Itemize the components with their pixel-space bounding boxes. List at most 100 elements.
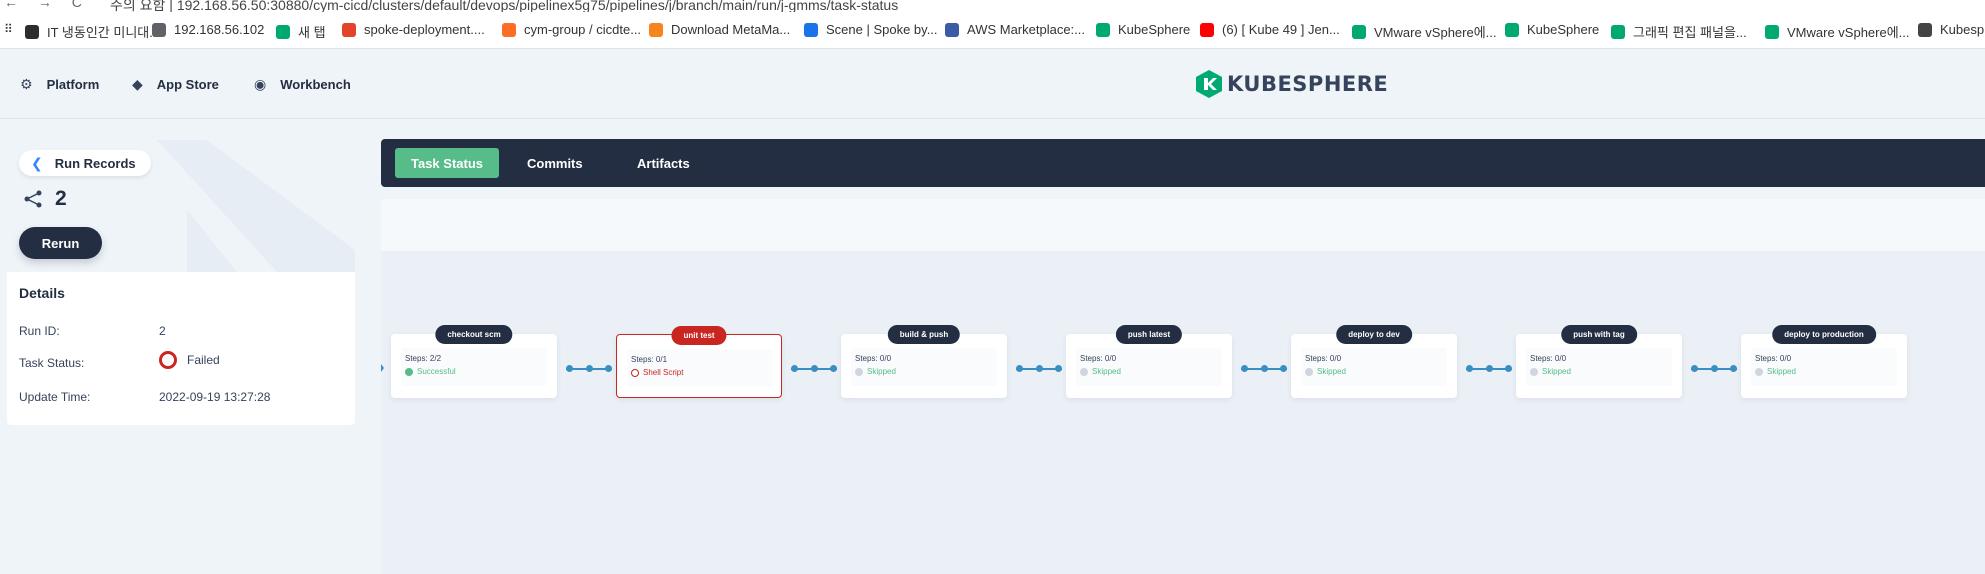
success-check-icon — [405, 367, 413, 376]
bookmark-item[interactable]: 그래픽 편집 패널을... — [1611, 22, 1747, 41]
stage-status: Skipped — [1530, 367, 1571, 376]
pipeline-stage[interactable]: checkout scm Steps: 2/2 Successful — [391, 325, 557, 398]
bookmark-favicon-icon — [342, 22, 356, 37]
bookmark-item[interactable]: VMware vSphere에... — [1352, 22, 1497, 41]
pipeline-stage[interactable]: deploy to production Steps: 0/0 Skipped — [1741, 325, 1907, 398]
tab-task-status[interactable]: Task Status — [395, 148, 500, 178]
bookmark-label: 그래픽 편집 패널을... — [1633, 25, 1747, 40]
nav-app-store[interactable]: ◆ App Store — [132, 76, 219, 93]
stage-step[interactable]: Steps: 0/0 Skipped — [1301, 348, 1447, 386]
pipeline-stage[interactable]: unit test Steps: 0/1 Shell Script — [616, 326, 782, 398]
pipeline-stage[interactable]: push with tag Steps: 0/0 Skipped — [1516, 325, 1682, 398]
pipeline-icon — [24, 190, 42, 208]
stage-name: checkout scm — [435, 325, 513, 344]
bookmark-label: Scene | Spoke by... — [826, 22, 938, 37]
stage-step[interactable]: Steps: 0/0 Skipped — [1076, 348, 1222, 386]
address-url[interactable]: 주의 요함 | 192.168.56.50:30880/cym-cicd/clu… — [110, 0, 898, 12]
run-tabs: Task Status Commits Artifacts — [381, 139, 1985, 187]
bookmark-favicon-icon — [1200, 22, 1214, 37]
bookmark-item[interactable]: Scene | Spoke by... — [804, 22, 938, 37]
pipeline-canvas — [381, 251, 1985, 574]
bookmark-item[interactable]: 새 탭 — [276, 22, 326, 41]
detail-key: Task Status: — [19, 356, 85, 370]
nav-platform[interactable]: ⚙ Platform — [20, 76, 99, 93]
bookmark-favicon-icon — [502, 22, 516, 37]
back-label: Run Records — [54, 155, 136, 171]
stage-name: push with tag — [1561, 325, 1637, 344]
app-store-icon: ◆ — [132, 76, 143, 92]
stage-step[interactable]: Steps: 0/0 Skipped — [1526, 348, 1672, 386]
bookmark-item[interactable]: Download MetaMa... — [649, 22, 790, 37]
stage-step[interactable]: Steps: 2/2 Successful — [401, 348, 547, 386]
stage-steps-count: Steps: 0/0 — [1755, 354, 1792, 363]
connector-node — [566, 365, 573, 372]
pipeline-stage[interactable]: build & push Steps: 0/0 Skipped — [841, 325, 1007, 398]
bookmark-favicon-icon — [945, 22, 959, 37]
tab-commits[interactable]: Commits — [511, 148, 599, 178]
back-to-run-records[interactable]: ❮ Run Records — [19, 150, 151, 176]
bookmark-favicon-icon — [1918, 22, 1932, 37]
bookmark-item[interactable]: KubeSphere — [1096, 22, 1190, 37]
connector-node — [605, 365, 612, 372]
stage-connector — [1241, 365, 1287, 372]
bookmark-label: VMware vSphere에... — [1787, 25, 1910, 40]
bookmark-item[interactable]: 192.168.56.102 — [152, 22, 264, 37]
top-navigation: ⚙ Platform ◆ App Store ◉ Workbench KUBES… — [0, 49, 1985, 119]
stage-steps-count: Steps: 2/2 — [405, 354, 442, 363]
stage-step[interactable]: Steps: 0/0 Skipped — [851, 348, 997, 386]
stage-status-text: Skipped — [867, 367, 896, 376]
browser-nav-buttons[interactable]: ← → C — [4, 0, 90, 10]
bookmark-item[interactable]: IT 냉동인간 미니대... — [25, 22, 160, 41]
stage-status: Shell Script — [631, 368, 683, 377]
connector-node — [810, 365, 818, 372]
stage-status-text: Skipped — [1317, 367, 1346, 376]
bookmark-label: (6) [ Kube 49 ] Jen... — [1222, 22, 1340, 37]
bookmark-favicon-icon — [276, 24, 290, 39]
bookmark-item[interactable]: spoke-deployment.... — [342, 22, 485, 37]
bookmark-favicon-icon — [1765, 24, 1779, 39]
connector-node — [1016, 365, 1023, 372]
skipped-dot-icon — [855, 367, 863, 376]
connector-node — [1691, 365, 1698, 372]
apps-icon[interactable]: ⠿ — [4, 22, 19, 36]
tab-artifacts[interactable]: Artifacts — [621, 148, 706, 178]
bookmark-label: 192.168.56.102 — [174, 22, 265, 37]
run-number: 2 — [23, 187, 67, 211]
skipped-dot-icon — [1530, 367, 1538, 376]
bookmark-item[interactable]: Kubesph — [1918, 22, 1985, 37]
pipeline-stage[interactable]: push latest Steps: 0/0 Skipped — [1066, 325, 1232, 398]
connector-node — [1055, 365, 1062, 372]
stage-steps-count: Steps: 0/1 — [631, 355, 668, 364]
stage-connector — [1691, 365, 1737, 372]
nav-workbench[interactable]: ◉ Workbench — [254, 76, 351, 93]
logo-text: KUBESPHERE — [1227, 72, 1389, 96]
stage-steps-count: Steps: 0/0 — [1080, 354, 1117, 363]
bookmark-label: AWS Marketplace:... — [967, 22, 1085, 37]
detail-key: Run ID: — [19, 324, 60, 338]
connector-node — [791, 365, 798, 372]
gear-icon: ⚙ — [20, 76, 33, 92]
bookmark-item[interactable]: KubeSphere — [1505, 22, 1599, 37]
stage-step[interactable]: Steps: 0/1 Shell Script — [627, 349, 773, 387]
stage-status: Skipped — [1305, 367, 1346, 376]
connector-node — [1260, 365, 1268, 372]
kubesphere-logo[interactable]: KUBESPHERE — [1195, 69, 1388, 99]
rerun-button[interactable]: Rerun — [19, 227, 102, 259]
stage-steps-count: Steps: 0/0 — [1530, 354, 1567, 363]
stage-status: Skipped — [1080, 367, 1121, 376]
bookmark-item[interactable]: cym-group / cicdte... — [502, 22, 641, 37]
bookmark-favicon-icon — [649, 22, 663, 37]
detail-value: 2 — [159, 324, 166, 338]
bookmark-label: IT 냉동인간 미니대... — [47, 25, 161, 40]
stage-connector — [791, 365, 837, 372]
detail-key: Update Time: — [19, 390, 91, 404]
bookmark-item[interactable]: VMware vSphere에... — [1765, 22, 1910, 41]
background-watermark — [157, 140, 355, 272]
stage-name: unit test — [671, 326, 727, 345]
stage-connector — [1466, 365, 1512, 372]
connector-node — [1485, 365, 1493, 372]
bookmark-item[interactable]: (6) [ Kube 49 ] Jen... — [1200, 22, 1340, 37]
bookmark-item[interactable]: AWS Marketplace:... — [945, 22, 1085, 37]
stage-step[interactable]: Steps: 0/0 Skipped — [1751, 348, 1897, 386]
pipeline-stage[interactable]: deploy to dev Steps: 0/0 Skipped — [1291, 325, 1457, 398]
